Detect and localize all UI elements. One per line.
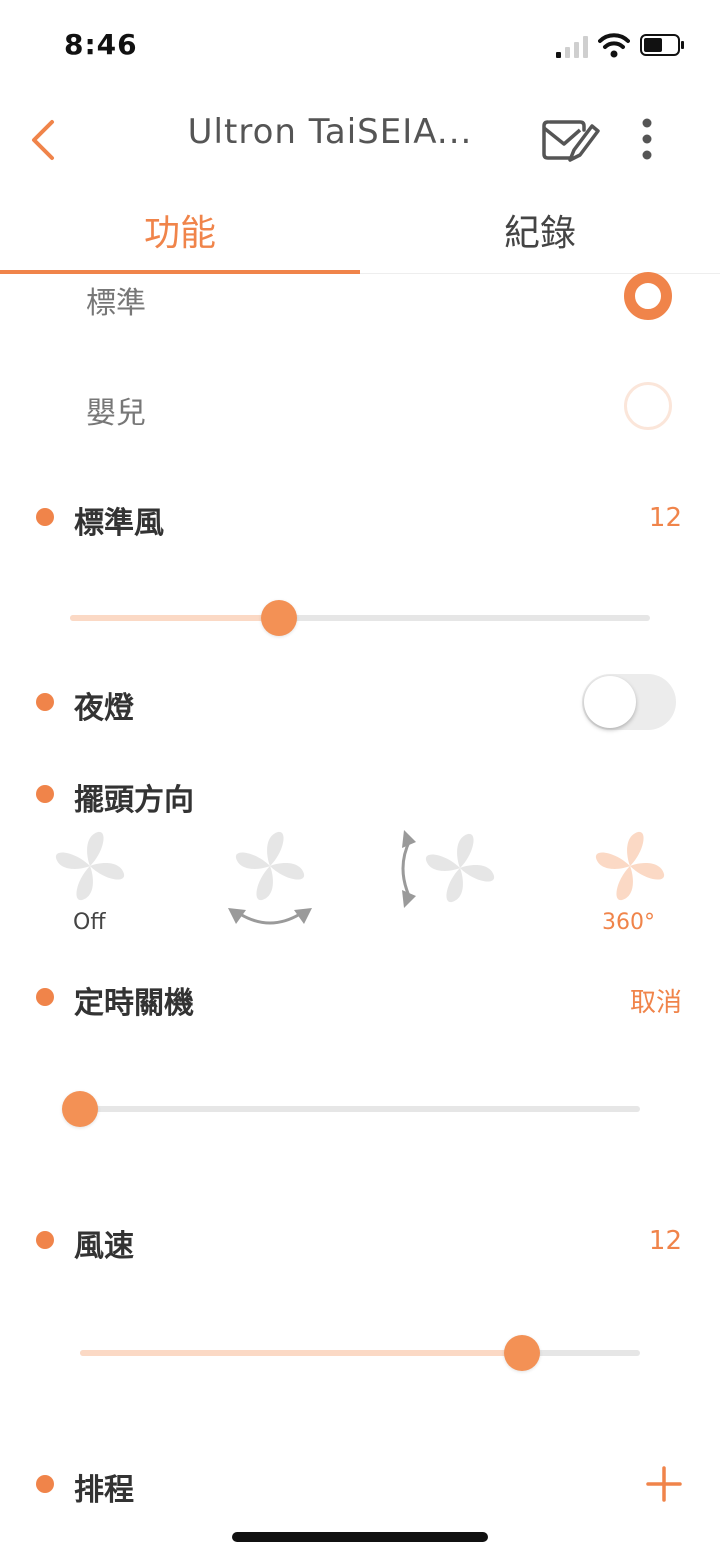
more-options-icon[interactable] (630, 114, 664, 166)
active-tab-indicator (0, 270, 360, 274)
night-light-title: 夜燈 (74, 691, 134, 726)
section-bullet (36, 693, 54, 711)
tab-records[interactable]: 紀錄 (360, 204, 720, 268)
back-button[interactable] (24, 116, 64, 164)
section-bullet (36, 508, 54, 526)
status-time: 8:46 (64, 28, 138, 61)
section-bullet (36, 988, 54, 1006)
mode-label-baby: 嬰兒 (86, 396, 146, 431)
swing-label-360: 360° (602, 910, 655, 935)
mode-label-standard: 標準 (86, 286, 146, 321)
mode-radio-standard[interactable] (624, 272, 672, 320)
fan-icon (55, 831, 125, 901)
standard-wind-value: 12 (648, 503, 682, 533)
toggle-knob (584, 676, 636, 728)
fan-speed-title: 風速 (74, 1229, 134, 1264)
section-bullet (36, 785, 54, 803)
slider-thumb[interactable] (260, 600, 297, 636)
fan-speed-value: 12 (648, 1226, 682, 1256)
swing-label-off: Off (73, 910, 106, 935)
add-schedule-icon[interactable] (644, 1464, 684, 1504)
timer-slider[interactable] (62, 1091, 640, 1127)
slider-fill (80, 1350, 523, 1356)
swing-option-off[interactable]: Off (40, 826, 170, 946)
swing-title: 擺頭方向 (74, 783, 194, 818)
standard-wind-slider[interactable] (70, 600, 650, 636)
section-bullet (36, 1231, 54, 1249)
mode-radio-baby[interactable] (624, 382, 672, 430)
wifi-icon (598, 33, 630, 58)
tab-functions[interactable]: 功能 (0, 204, 360, 268)
slider-fill (70, 615, 279, 621)
battery-icon (640, 34, 684, 56)
edit-icon[interactable] (540, 114, 602, 166)
fan-360-icon (595, 831, 665, 901)
schedule-title: 排程 (74, 1473, 134, 1508)
slider-thumb[interactable] (62, 1091, 98, 1127)
home-indicator (232, 1532, 488, 1542)
fan-vertical-swing-icon (401, 830, 495, 908)
timer-title: 定時關機 (74, 986, 194, 1021)
slider-thumb[interactable] (504, 1335, 541, 1371)
standard-wind-title: 標準風 (74, 506, 164, 541)
tab-divider (360, 273, 720, 274)
device-title: Ultron TaiSEIA... (187, 112, 473, 152)
swing-option-vertical[interactable] (390, 826, 520, 946)
section-bullet (36, 1475, 54, 1493)
signal-icon (556, 36, 588, 58)
swing-option-360[interactable]: 360° (580, 826, 710, 946)
timer-cancel-button[interactable]: 取消 (620, 982, 682, 1019)
swing-option-horizontal[interactable] (220, 826, 350, 946)
night-light-toggle[interactable] (582, 674, 676, 730)
fan-horizontal-swing-icon (228, 831, 312, 925)
fan-speed-slider[interactable] (80, 1335, 640, 1371)
